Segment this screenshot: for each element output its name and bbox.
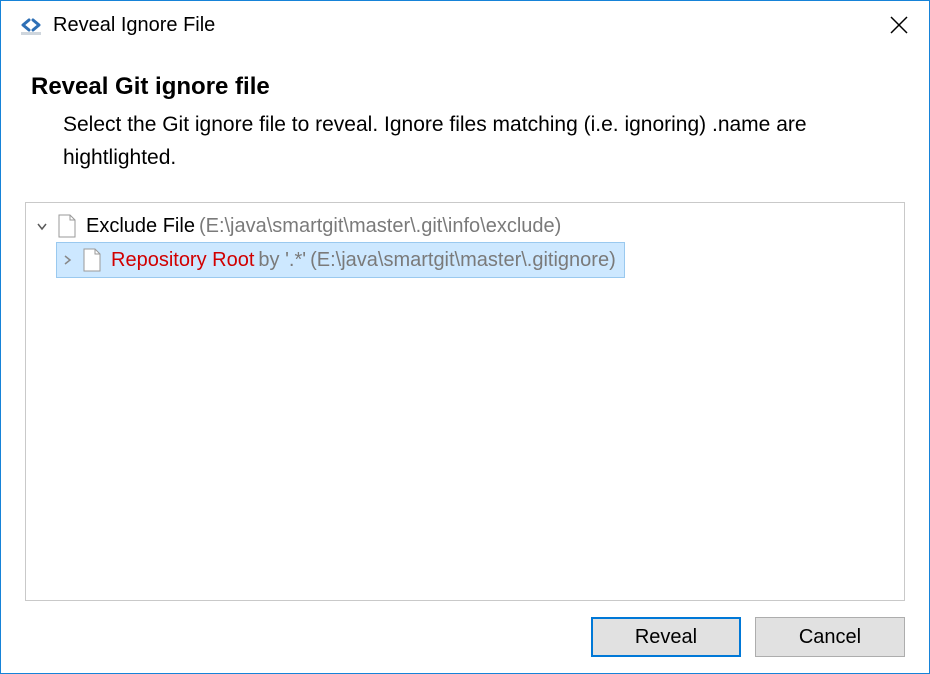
tree-item-by: by '.*' xyxy=(258,249,306,272)
tree-item-label: Exclude File xyxy=(86,215,195,238)
reveal-button[interactable]: Reveal xyxy=(591,617,741,657)
window-title: Reveal Ignore File xyxy=(53,14,879,37)
dialog-footer: Reveal Cancel xyxy=(1,601,929,673)
app-icon xyxy=(19,13,43,37)
expand-toggle-icon[interactable] xyxy=(32,216,52,236)
close-button[interactable] xyxy=(879,5,919,45)
dialog-window: Reveal Ignore File Reveal Git ignore fil… xyxy=(0,0,930,674)
page-description: Select the Git ignore file to reveal. Ig… xyxy=(63,109,899,174)
tree-item-exclude-file[interactable]: Exclude File (E:\java\smartgit\master\.g… xyxy=(26,209,904,243)
tree-item-path: (E:\java\smartgit\master\.git\info\exclu… xyxy=(199,215,561,238)
ignore-file-tree[interactable]: Exclude File (E:\java\smartgit\master\.g… xyxy=(25,202,905,601)
header-area: Reveal Git ignore file Select the Git ig… xyxy=(1,49,929,184)
tree-item-repository-root[interactable]: Repository Root by '.*' (E:\java\smartgi… xyxy=(26,243,904,277)
tree-item-path: (E:\java\smartgit\master\.gitignore) xyxy=(310,249,616,272)
file-icon xyxy=(81,247,103,273)
page-heading: Reveal Git ignore file xyxy=(31,73,899,101)
expand-toggle-icon[interactable] xyxy=(57,250,77,270)
tree-item-label: Repository Root xyxy=(111,249,254,272)
cancel-button[interactable]: Cancel xyxy=(755,617,905,657)
titlebar: Reveal Ignore File xyxy=(1,1,929,49)
file-icon xyxy=(56,213,78,239)
